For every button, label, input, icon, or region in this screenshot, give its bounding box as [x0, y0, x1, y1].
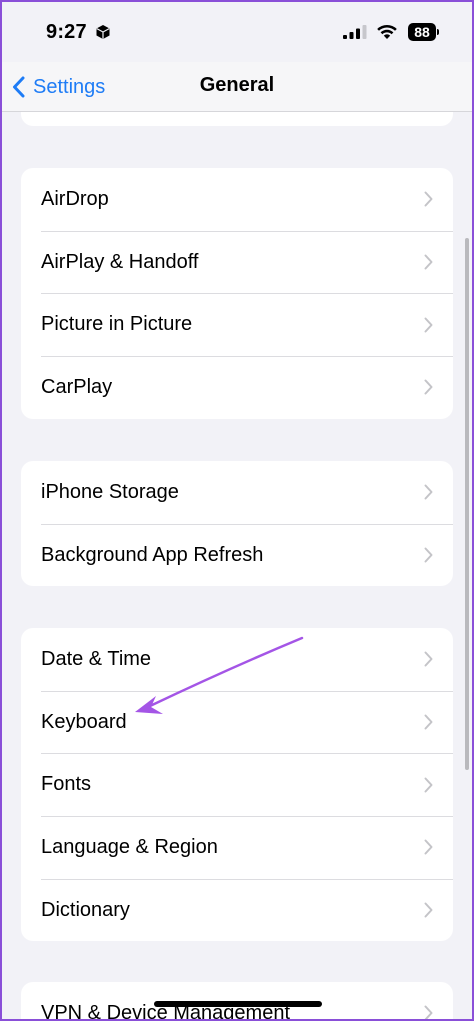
- chevron-right-icon: [424, 191, 433, 207]
- settings-group-storage: iPhone Storage Background App Refresh: [21, 461, 453, 587]
- settings-group-top-partial: [21, 112, 453, 126]
- home-indicator[interactable]: [154, 1001, 322, 1007]
- signal-icon: [343, 25, 367, 39]
- carplay-row[interactable]: CarPlay: [21, 356, 453, 419]
- iphone-storage-row[interactable]: iPhone Storage: [21, 461, 453, 524]
- row-label: Dictionary: [41, 898, 130, 921]
- cube-icon: [96, 25, 110, 39]
- chevron-right-icon: [424, 714, 433, 730]
- chevron-right-icon: [424, 484, 433, 500]
- keyboard-row[interactable]: Keyboard: [21, 690, 453, 754]
- chevron-right-icon: [424, 902, 433, 918]
- chevron-right-icon: [424, 839, 433, 855]
- row-label: Language & Region: [41, 835, 218, 858]
- row-label: Picture in Picture: [41, 313, 193, 336]
- chevron-right-icon: [424, 317, 433, 333]
- chevron-right-icon: [424, 547, 433, 563]
- airplay-handoff-row[interactable]: AirPlay & Handoff: [21, 230, 453, 294]
- row-label: Date & Time: [41, 647, 152, 670]
- settings-group-connectivity: AirDrop AirPlay & Handoff Picture in Pic…: [21, 168, 453, 419]
- background-app-refresh-row[interactable]: Background App Refresh: [21, 523, 453, 587]
- page-title: General: [199, 74, 275, 96]
- row-label: iPhone Storage: [41, 480, 179, 503]
- status-time: 9:27: [46, 21, 87, 43]
- dictionary-row[interactable]: Dictionary: [21, 878, 453, 942]
- chevron-right-icon: [424, 254, 433, 270]
- chevron-right-icon: [424, 1005, 433, 1019]
- navigation-bar: Settings General: [0, 62, 474, 112]
- date-time-row[interactable]: Date & Time: [21, 628, 453, 691]
- status-bar: 9:27 88: [0, 0, 474, 62]
- chevron-right-icon: [424, 777, 433, 793]
- chevron-right-icon: [424, 379, 433, 395]
- airdrop-row[interactable]: AirDrop: [21, 168, 453, 231]
- picture-in-picture-row[interactable]: Picture in Picture: [21, 293, 453, 356]
- battery-icon: 88: [408, 23, 436, 41]
- settings-group-locale: Date & Time Keyboard Fonts Language & Re…: [21, 628, 453, 942]
- battery-cap: [437, 29, 439, 35]
- row-label: Fonts: [41, 773, 92, 796]
- wifi-icon: [377, 24, 397, 39]
- row-label: AirDrop: [41, 187, 109, 210]
- scrollbar[interactable]: [465, 238, 469, 770]
- language-region-row[interactable]: Language & Region: [21, 816, 453, 879]
- fonts-row[interactable]: Fonts: [21, 753, 453, 816]
- row-label: AirPlay & Handoff: [41, 250, 199, 273]
- row-label: CarPlay: [41, 375, 113, 398]
- chevron-right-icon: [424, 651, 433, 667]
- row-label: Keyboard: [41, 710, 127, 733]
- row-label: Background App Refresh: [41, 543, 264, 566]
